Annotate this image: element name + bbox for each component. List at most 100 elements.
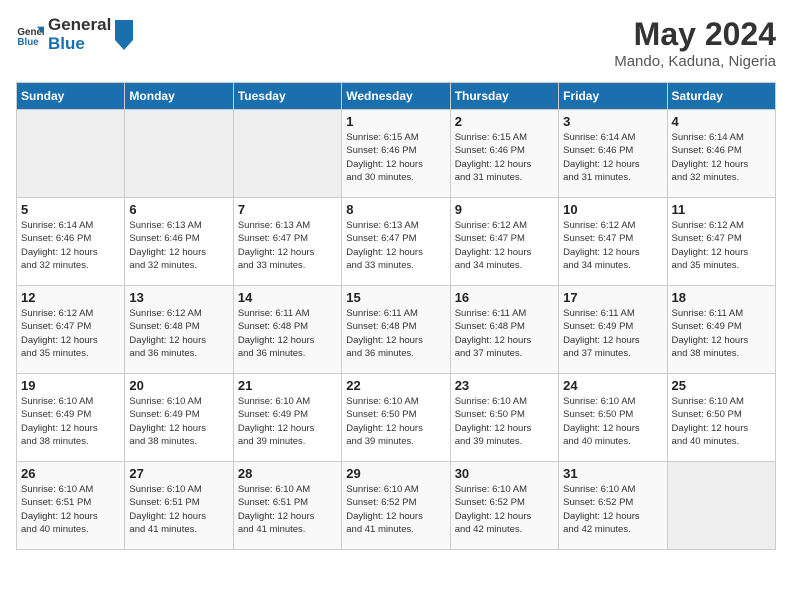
day-info: Sunrise: 6:10 AM Sunset: 6:50 PM Dayligh…	[563, 395, 662, 448]
day-cell: 24Sunrise: 6:10 AM Sunset: 6:50 PM Dayli…	[559, 374, 667, 462]
day-cell: 19Sunrise: 6:10 AM Sunset: 6:49 PM Dayli…	[17, 374, 125, 462]
day-cell: 17 Sunrise: 6:11 AM Sunset: 6:49 PM Dayli…	[559, 286, 667, 374]
day-number: 21	[238, 378, 337, 393]
week-row-2: 5 Sunrise: 6:14 AM Sunset: 6:46 PM Daylig…	[17, 198, 776, 286]
day-info: Sunrise: 6:10 AM Sunset: 6:50 PM Dayligh…	[455, 395, 554, 448]
day-number: 6	[129, 202, 228, 217]
day-number: 12	[21, 290, 120, 305]
column-header-tuesday: Tuesday	[233, 83, 341, 110]
day-number: 16	[455, 290, 554, 305]
day-number: 4	[672, 114, 771, 129]
logo-icon: General Blue	[16, 21, 44, 49]
day-cell	[125, 110, 233, 198]
day-number: 10	[563, 202, 662, 217]
title-area: May 2024 Mando, Kaduna, Nigeria	[614, 16, 776, 70]
day-cell: 8 Sunrise: 6:13 AM Sunset: 6:47 PM Daylig…	[342, 198, 450, 286]
day-info: Sunrise: 6:13 AM Sunset: 6:46 PM Dayligh…	[129, 219, 228, 272]
day-cell: 14Sunrise: 6:11 AM Sunset: 6:48 PM Dayli…	[233, 286, 341, 374]
day-info: Sunrise: 6:10 AM Sunset: 6:50 PM Dayligh…	[672, 395, 771, 448]
day-number: 11	[672, 202, 771, 217]
day-info: Sunrise: 6:12 AM Sunset: 6:47 PM Dayligh…	[455, 219, 554, 272]
day-info: Sunrise: 6:10 AM Sunset: 6:49 PM Dayligh…	[238, 395, 337, 448]
day-number: 26	[21, 466, 120, 481]
day-info: Sunrise: 6:12 AM Sunset: 6:47 PM Dayligh…	[672, 219, 771, 272]
day-cell: 3 Sunrise: 6:14 AM Sunset: 6:46 PM Daylig…	[559, 110, 667, 198]
column-header-wednesday: Wednesday	[342, 83, 450, 110]
day-cell	[17, 110, 125, 198]
day-number: 9	[455, 202, 554, 217]
day-number: 18	[672, 290, 771, 305]
day-info: Sunrise: 6:10 AM Sunset: 6:51 PM Dayligh…	[21, 483, 120, 536]
day-info: Sunrise: 6:10 AM Sunset: 6:52 PM Dayligh…	[455, 483, 554, 536]
day-info: Sunrise: 6:13 AM Sunset: 6:47 PM Dayligh…	[238, 219, 337, 272]
day-number: 8	[346, 202, 445, 217]
day-info: Sunrise: 6:11 AM Sunset: 6:48 PM Dayligh…	[238, 307, 337, 360]
day-cell: 31Sunrise: 6:10 AM Sunset: 6:52 PM Dayli…	[559, 462, 667, 550]
day-number: 20	[129, 378, 228, 393]
day-info: Sunrise: 6:10 AM Sunset: 6:50 PM Dayligh…	[346, 395, 445, 448]
day-cell: 11 Sunrise: 6:12 AM Sunset: 6:47 PM Dayli…	[667, 198, 775, 286]
day-info: Sunrise: 6:11 AM Sunset: 6:48 PM Dayligh…	[455, 307, 554, 360]
day-cell: 6 Sunrise: 6:13 AM Sunset: 6:46 PM Daylig…	[125, 198, 233, 286]
day-number: 5	[21, 202, 120, 217]
day-number: 7	[238, 202, 337, 217]
column-header-saturday: Saturday	[667, 83, 775, 110]
column-header-monday: Monday	[125, 83, 233, 110]
day-cell: 20 Sunrise: 6:10 AM Sunset: 6:49 PM Dayli…	[125, 374, 233, 462]
day-info: Sunrise: 6:15 AM Sunset: 6:46 PM Dayligh…	[455, 131, 554, 184]
day-number: 25	[672, 378, 771, 393]
day-info: Sunrise: 6:14 AM Sunset: 6:46 PM Dayligh…	[672, 131, 771, 184]
calendar-table: SundayMondayTuesdayWednesdayThursdayFrid…	[16, 82, 776, 550]
day-cell: 2 Sunrise: 6:15 AM Sunset: 6:46 PM Daylig…	[450, 110, 558, 198]
day-cell: 29Sunrise: 6:10 AM Sunset: 6:52 PM Dayli…	[342, 462, 450, 550]
day-number: 17	[563, 290, 662, 305]
day-number: 31	[563, 466, 662, 481]
day-info: Sunrise: 6:12 AM Sunset: 6:47 PM Dayligh…	[563, 219, 662, 272]
day-cell: 22 Sunrise: 6:10 AM Sunset: 6:50 PM Dayli…	[342, 374, 450, 462]
column-header-thursday: Thursday	[450, 83, 558, 110]
day-cell: 13 Sunrise: 6:12 AM Sunset: 6:48 PM Dayli…	[125, 286, 233, 374]
day-info: Sunrise: 6:14 AM Sunset: 6:46 PM Dayligh…	[21, 219, 120, 272]
day-number: 22	[346, 378, 445, 393]
header-row: SundayMondayTuesdayWednesdayThursdayFrid…	[17, 83, 776, 110]
day-cell: 12Sunrise: 6:12 AM Sunset: 6:47 PM Dayli…	[17, 286, 125, 374]
day-info: Sunrise: 6:10 AM Sunset: 6:52 PM Dayligh…	[346, 483, 445, 536]
day-number: 15	[346, 290, 445, 305]
day-info: Sunrise: 6:13 AM Sunset: 6:47 PM Dayligh…	[346, 219, 445, 272]
day-cell: 15Sunrise: 6:11 AM Sunset: 6:48 PM Dayli…	[342, 286, 450, 374]
day-cell: 27Sunrise: 6:10 AM Sunset: 6:51 PM Dayli…	[125, 462, 233, 550]
day-cell: 7 Sunrise: 6:13 AM Sunset: 6:47 PM Daylig…	[233, 198, 341, 286]
day-cell	[667, 462, 775, 550]
day-info: Sunrise: 6:11 AM Sunset: 6:49 PM Dayligh…	[563, 307, 662, 360]
day-cell: 25 Sunrise: 6:10 AM Sunset: 6:50 PM Dayli…	[667, 374, 775, 462]
day-number: 23	[455, 378, 554, 393]
day-info: Sunrise: 6:10 AM Sunset: 6:51 PM Dayligh…	[238, 483, 337, 536]
day-cell: 9 Sunrise: 6:12 AM Sunset: 6:47 PM Daylig…	[450, 198, 558, 286]
header: General Blue General Blue May 2024 Mando…	[16, 16, 776, 70]
logo-blue: Blue	[48, 35, 111, 54]
column-header-friday: Friday	[559, 83, 667, 110]
day-cell: 16 Sunrise: 6:11 AM Sunset: 6:48 PM Dayli…	[450, 286, 558, 374]
day-info: Sunrise: 6:12 AM Sunset: 6:48 PM Dayligh…	[129, 307, 228, 360]
day-cell: 26 Sunrise: 6:10 AM Sunset: 6:51 PM Dayli…	[17, 462, 125, 550]
week-row-5: 26 Sunrise: 6:10 AM Sunset: 6:51 PM Dayli…	[17, 462, 776, 550]
day-cell: 23 Sunrise: 6:10 AM Sunset: 6:50 PM Dayli…	[450, 374, 558, 462]
week-row-1: 1Sunrise: 6:15 AM Sunset: 6:46 PM Daylig…	[17, 110, 776, 198]
day-info: Sunrise: 6:10 AM Sunset: 6:49 PM Dayligh…	[129, 395, 228, 448]
day-info: Sunrise: 6:14 AM Sunset: 6:46 PM Dayligh…	[563, 131, 662, 184]
week-row-4: 19Sunrise: 6:10 AM Sunset: 6:49 PM Dayli…	[17, 374, 776, 462]
month-title: May 2024	[614, 16, 776, 53]
day-cell: 28Sunrise: 6:10 AM Sunset: 6:51 PM Dayli…	[233, 462, 341, 550]
day-number: 3	[563, 114, 662, 129]
day-number: 30	[455, 466, 554, 481]
logo-arrow-icon	[115, 20, 133, 50]
day-cell: 18Sunrise: 6:11 AM Sunset: 6:49 PM Dayli…	[667, 286, 775, 374]
day-number: 13	[129, 290, 228, 305]
day-number: 2	[455, 114, 554, 129]
day-number: 27	[129, 466, 228, 481]
column-header-sunday: Sunday	[17, 83, 125, 110]
day-cell: 30 Sunrise: 6:10 AM Sunset: 6:52 PM Dayli…	[450, 462, 558, 550]
day-cell: 21 Sunrise: 6:10 AM Sunset: 6:49 PM Dayli…	[233, 374, 341, 462]
day-cell: 10 Sunrise: 6:12 AM Sunset: 6:47 PM Dayli…	[559, 198, 667, 286]
day-cell: 4 Sunrise: 6:14 AM Sunset: 6:46 PM Daylig…	[667, 110, 775, 198]
